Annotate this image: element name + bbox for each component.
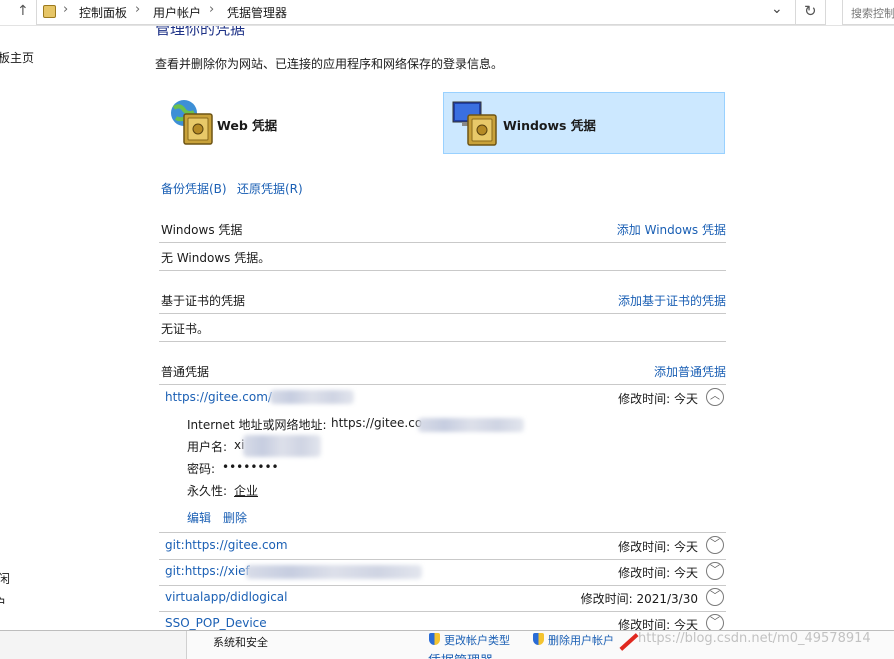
credential-name[interactable]: virtualapp/didlogical	[165, 590, 287, 604]
chevron-down-icon[interactable]: ﹀	[706, 588, 724, 606]
credential-name[interactable]: git:https://xief	[165, 564, 250, 578]
section-title-certificate: 基于证书的凭据	[161, 294, 246, 308]
chevron-right-icon: ›	[63, 2, 69, 17]
divider	[159, 341, 726, 342]
chevron-right-icon: ›	[135, 2, 141, 17]
credential-row[interactable]: virtualapp/didlogical 修改时间: 2021/3/30 ﹀	[159, 585, 726, 611]
divider	[159, 313, 726, 314]
shield-icon	[533, 633, 544, 645]
chevron-down-icon[interactable]: ⌄	[771, 1, 783, 17]
restore-credentials-link[interactable]: 还原凭据(R)	[237, 180, 303, 197]
credential-name[interactable]: SSO_POP_Device	[165, 616, 267, 630]
add-certificate-credential-link[interactable]: 添加基于证书的凭据	[618, 292, 726, 309]
redacted-blur	[246, 565, 422, 579]
system-security-link[interactable]: 系统和安全	[213, 634, 268, 650]
up-arrow-icon[interactable]: ↑	[17, 3, 29, 19]
detail-persistence-value: 企业	[234, 484, 259, 498]
breadcrumb[interactable]: › 控制面板 › 用户帐户 › 凭据管理器 ⌄	[36, 0, 796, 25]
shield-icon	[429, 633, 440, 645]
breadcrumb-user-accounts[interactable]: 用户帐户	[153, 4, 201, 21]
detail-address-label: Internet 地址或网络地址:	[187, 418, 327, 432]
sidebar-item[interactable]: 闲	[0, 570, 10, 587]
page-description: 查看并删除你为网站、已连接的应用程序和网络保存的登录信息。	[155, 57, 504, 71]
redacted-blur	[243, 435, 321, 457]
credential-modified: 修改时间: 今天	[618, 566, 698, 580]
web-credentials-tile[interactable]: Web 凭据	[160, 92, 442, 154]
credential-row[interactable]: git:https://gitee.com 修改时间: 今天 ﹀	[159, 533, 726, 559]
add-windows-credential-link[interactable]: 添加 Windows 凭据	[617, 221, 726, 238]
detail-username-label: 用户名:	[187, 440, 228, 454]
refresh-icon: ↻	[804, 2, 817, 20]
remove-user-account-link[interactable]: 删除用户帐户	[548, 632, 614, 648]
watermark: https://blog.csdn.net/m0_49578914	[638, 631, 871, 646]
section-title-generic: 普通凭据	[161, 365, 210, 379]
credential-name[interactable]: git:https://gitee.com	[165, 538, 288, 552]
credential-manager-link[interactable]: 凭据管理器	[428, 650, 493, 659]
refresh-button[interactable]: ↻	[796, 0, 826, 25]
breadcrumb-credential-manager[interactable]: 凭据管理器	[227, 4, 287, 21]
windows-credentials-tile[interactable]: Windows 凭据	[443, 92, 725, 154]
credential-name[interactable]: https://gitee.com/	[165, 390, 272, 404]
change-account-type-link[interactable]: 更改帐户类型	[444, 632, 510, 648]
detail-persistence-label: 永久性:	[187, 484, 228, 498]
detail-password-value: ••••••••	[222, 460, 279, 474]
divider	[159, 270, 726, 271]
credential-modified: 修改时间: 2021/3/30	[580, 592, 698, 606]
chevron-down-icon[interactable]: ﹀	[706, 536, 724, 554]
empty-windows-message: 无 Windows 凭据。	[161, 251, 271, 265]
sidebar-item-home[interactable]: 板主页	[0, 49, 34, 66]
control-panel-icon	[43, 5, 56, 18]
chevron-up-icon[interactable]: ︿	[706, 388, 724, 406]
add-generic-credential-link[interactable]: 添加普通凭据	[654, 363, 726, 380]
search-placeholder: 搜索控制	[851, 7, 894, 20]
redacted-blur	[418, 418, 524, 432]
globe-safe-icon	[171, 100, 213, 145]
address-bar: ↑ › 控制面板 › 用户帐户 › 凭据管理器 ⌄ ↻ 搜索控制	[0, 0, 894, 26]
credential-row[interactable]: git:https://xief 修改时间: 今天 ﹀	[159, 559, 726, 585]
tile-label: Windows 凭据	[503, 118, 596, 133]
tile-label: Web 凭据	[217, 118, 278, 133]
credential-row[interactable]: https://gitee.com/ 修改时间: 今天 ︿	[159, 385, 726, 411]
credential-modified: 修改时间: 今天	[618, 540, 698, 554]
detail-password-label: 密码:	[187, 462, 216, 476]
divider	[159, 242, 726, 243]
breadcrumb-control-panel[interactable]: 控制面板	[79, 4, 127, 21]
page-title: 管理你的凭据	[155, 26, 246, 38]
chevron-right-icon: ›	[209, 2, 215, 17]
empty-certificate-message: 无证书。	[161, 322, 210, 336]
delete-credential-link[interactable]: 删除	[223, 509, 247, 526]
section-title-windows: Windows 凭据	[161, 223, 243, 237]
credential-modified: 修改时间: 今天	[618, 392, 698, 406]
monitor-safe-icon	[452, 101, 497, 146]
detail-address-value: https://gitee.co	[331, 416, 423, 430]
search-input[interactable]: 搜索控制	[842, 0, 894, 25]
chevron-down-icon[interactable]: ﹀	[706, 562, 724, 580]
backup-credentials-link[interactable]: 备份凭据(B)	[161, 180, 227, 197]
edit-credential-link[interactable]: 编辑	[187, 509, 211, 526]
sidebar-item[interactable]: 户	[0, 594, 6, 611]
redacted-blur	[270, 390, 354, 404]
